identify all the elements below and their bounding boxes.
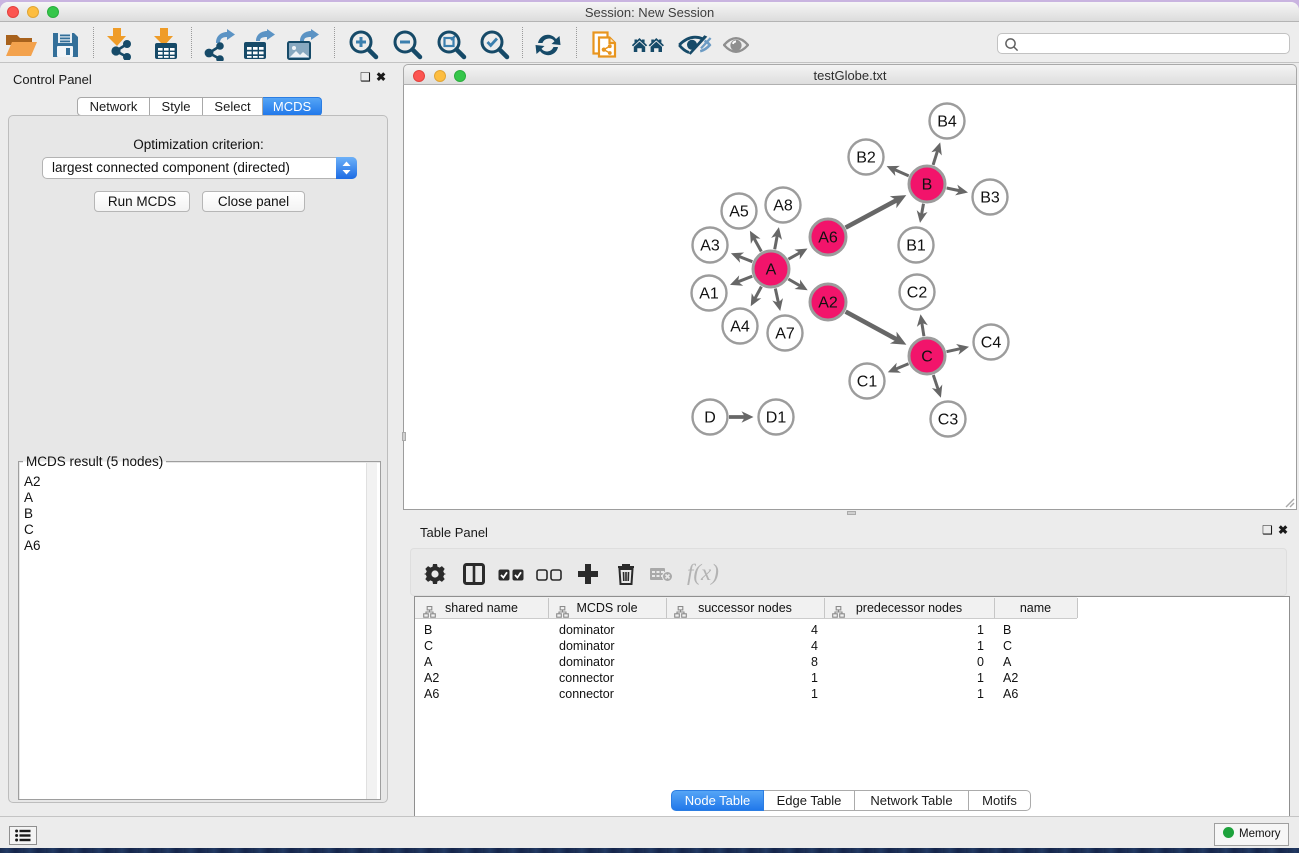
svg-text:A4: A4	[730, 319, 750, 336]
svg-text:A: A	[766, 262, 777, 279]
svg-text:B1: B1	[906, 238, 926, 255]
svg-text:A6: A6	[818, 230, 838, 247]
svg-text:C: C	[921, 349, 933, 366]
svg-text:B: B	[922, 177, 933, 194]
svg-text:B3: B3	[980, 190, 1000, 207]
svg-text:A5: A5	[729, 204, 749, 221]
svg-text:B4: B4	[937, 114, 957, 131]
svg-text:B2: B2	[856, 150, 876, 167]
svg-text:A7: A7	[775, 326, 795, 343]
svg-text:D1: D1	[766, 410, 787, 427]
svg-text:D: D	[704, 410, 716, 427]
svg-text:C3: C3	[938, 412, 959, 429]
svg-text:A8: A8	[773, 198, 793, 215]
svg-text:C1: C1	[857, 374, 878, 391]
svg-text:A3: A3	[700, 238, 720, 255]
svg-text:C2: C2	[907, 285, 928, 302]
svg-text:C4: C4	[981, 335, 1002, 352]
svg-text:A1: A1	[699, 286, 719, 303]
svg-text:A2: A2	[818, 295, 838, 312]
